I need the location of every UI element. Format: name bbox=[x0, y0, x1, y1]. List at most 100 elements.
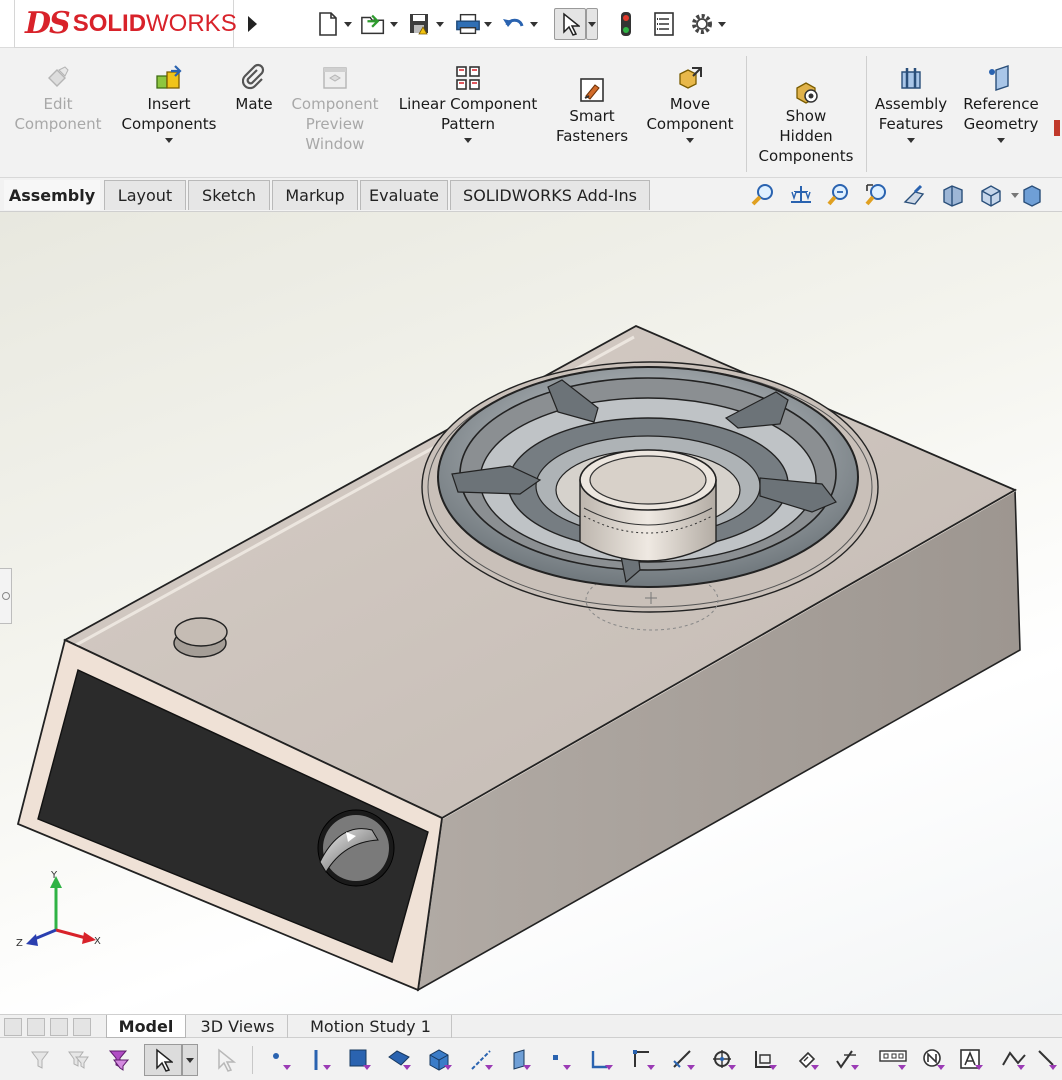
print-icon[interactable] bbox=[454, 10, 482, 38]
zoom-to-area-icon[interactable] bbox=[782, 180, 820, 210]
edit-component-button[interactable]: Edit Component bbox=[10, 60, 106, 134]
filter-toggle-icon[interactable] bbox=[24, 1044, 56, 1076]
filter-surface-bodies-icon[interactable] bbox=[384, 1044, 416, 1076]
view-orientation-icon[interactable] bbox=[896, 180, 934, 210]
save-dropdown-icon[interactable] bbox=[434, 10, 446, 38]
select-arrow-icon[interactable] bbox=[554, 8, 586, 40]
tab-markup[interactable]: Markup bbox=[272, 180, 358, 210]
linear-pattern-dropdown-icon[interactable] bbox=[462, 138, 474, 148]
reference-geometry-button[interactable]: Reference Geometry bbox=[958, 60, 1044, 148]
scroll-first-icon[interactable] bbox=[4, 1018, 22, 1036]
select-pointer-icon[interactable] bbox=[144, 1044, 182, 1076]
select-dropdown-icon[interactable] bbox=[586, 8, 598, 40]
scroll-last-icon[interactable] bbox=[73, 1018, 91, 1036]
hide-show-items-icon[interactable] bbox=[972, 180, 1010, 210]
smart-fasteners-button[interactable]: Smart Fasteners bbox=[548, 72, 636, 146]
show-hidden-components-button[interactable]: Show Hidden Components bbox=[752, 72, 860, 166]
previous-view-icon[interactable] bbox=[820, 180, 858, 210]
tab-model[interactable]: Model bbox=[106, 1015, 186, 1038]
filter-faces-icon[interactable] bbox=[344, 1044, 376, 1076]
move-component-button[interactable]: Move Component bbox=[640, 60, 740, 148]
filter-vertices-icon[interactable] bbox=[266, 1044, 298, 1076]
tab-3d-views[interactable]: 3D Views bbox=[188, 1015, 288, 1038]
edit-component-icon bbox=[42, 60, 74, 94]
tab-motion-study-1[interactable]: Motion Study 1 bbox=[290, 1015, 452, 1038]
display-style-icon[interactable] bbox=[934, 180, 972, 210]
select-pointer-dropdown-icon[interactable] bbox=[182, 1044, 198, 1076]
undo-icon[interactable] bbox=[500, 10, 528, 38]
reference-geometry-dropdown-icon[interactable] bbox=[995, 138, 1007, 148]
filter-select-all-icon[interactable] bbox=[104, 1044, 136, 1076]
scroll-next-icon[interactable] bbox=[50, 1018, 68, 1036]
igniter-button[interactable] bbox=[173, 617, 228, 658]
tab-evaluate[interactable]: Evaluate bbox=[360, 180, 448, 210]
tab-sketch[interactable]: Sketch bbox=[188, 180, 270, 210]
filter-surface-finish-icon[interactable] bbox=[750, 1044, 782, 1076]
title-bar: DS SOLIDWORKS bbox=[0, 0, 1062, 48]
mate-label: Mate bbox=[235, 95, 273, 113]
scroll-prev-icon[interactable] bbox=[27, 1018, 45, 1036]
graphics-area[interactable]: Y X Z bbox=[0, 212, 1062, 1014]
filter-blocks-icon[interactable] bbox=[1036, 1044, 1062, 1076]
section-view-icon[interactable] bbox=[858, 180, 896, 210]
filter-solid-bodies-icon[interactable] bbox=[424, 1044, 456, 1076]
filter-geometric-tolerance-icon[interactable] bbox=[832, 1044, 864, 1076]
menu-expand-arrow-icon[interactable] bbox=[240, 10, 264, 38]
assembly-features-dropdown-icon[interactable] bbox=[905, 138, 917, 148]
filter-planes-icon[interactable] bbox=[504, 1044, 536, 1076]
new-dropdown-icon[interactable] bbox=[342, 10, 354, 38]
rebuild-traffic-light-icon[interactable] bbox=[612, 10, 640, 38]
filter-datum-targets-icon[interactable] bbox=[956, 1044, 988, 1076]
file-properties-icon[interactable] bbox=[650, 10, 678, 38]
filter-weld-symbols-icon[interactable] bbox=[792, 1044, 824, 1076]
open-icon[interactable] bbox=[360, 10, 388, 38]
tab-layout[interactable]: Layout bbox=[104, 180, 186, 210]
hide-show-dropdown-icon[interactable] bbox=[1010, 180, 1020, 210]
print-dropdown-icon[interactable] bbox=[482, 10, 494, 38]
tab-solidworks-add-ins[interactable]: SOLIDWORKS Add-Ins bbox=[450, 180, 650, 210]
appearance-icon[interactable] bbox=[1020, 180, 1044, 210]
options-dropdown-icon[interactable] bbox=[716, 10, 728, 38]
filter-notes-balloons-icon[interactable] bbox=[876, 1044, 912, 1076]
ribbon-overflow-marker bbox=[1054, 120, 1060, 136]
insert-components-icon bbox=[153, 60, 185, 94]
move-component-dropdown-icon[interactable] bbox=[684, 138, 696, 148]
assembly-features-button[interactable]: Assembly Features bbox=[870, 60, 952, 148]
linear-component-pattern-button[interactable]: Linear Component Pattern bbox=[392, 60, 544, 148]
new-document-icon[interactable] bbox=[314, 10, 342, 38]
filter-datum-features-icon[interactable] bbox=[918, 1044, 950, 1076]
zoom-to-fit-icon[interactable] bbox=[744, 180, 782, 210]
save-icon[interactable] bbox=[406, 10, 434, 38]
open-dropdown-icon[interactable] bbox=[388, 10, 400, 38]
control-knob[interactable] bbox=[317, 809, 395, 887]
select-pointer-disabled-icon[interactable] bbox=[210, 1044, 242, 1076]
quick-access-toolbar bbox=[314, 8, 728, 40]
assembly-features-label: Assembly Features bbox=[874, 95, 948, 133]
filter-dimensions-icon[interactable] bbox=[668, 1044, 700, 1076]
insert-components-button[interactable]: Insert Components bbox=[114, 60, 224, 148]
mate-paperclip-icon bbox=[238, 60, 270, 94]
stove-model[interactable]: Y X Z bbox=[0, 212, 1062, 1014]
selection-filter-toolbar bbox=[0, 1038, 1062, 1080]
insert-components-dropdown-icon[interactable] bbox=[163, 138, 175, 148]
mate-button[interactable]: Mate bbox=[230, 60, 278, 114]
undo-dropdown-icon[interactable] bbox=[528, 10, 540, 38]
triad-y-label: Y bbox=[50, 870, 58, 881]
options-gear-icon[interactable] bbox=[688, 10, 716, 38]
filter-midpoints-icon[interactable] bbox=[628, 1044, 660, 1076]
smart-fasteners-label: Smart Fasteners bbox=[555, 107, 629, 145]
filter-sketch-points-icon[interactable] bbox=[546, 1044, 578, 1076]
reference-geometry-label: Reference Geometry bbox=[963, 95, 1039, 133]
solidworks-logo[interactable]: DS SOLIDWORKS bbox=[14, 0, 237, 48]
component-preview-window-button[interactable]: Component Preview Window bbox=[284, 60, 386, 154]
tab-assembly[interactable]: Assembly bbox=[4, 180, 100, 210]
ribbon-separator bbox=[866, 56, 867, 172]
filter-cosmetic-threads-icon[interactable] bbox=[998, 1044, 1030, 1076]
filter-axes-icon[interactable] bbox=[466, 1044, 498, 1076]
reference-geometry-icon bbox=[985, 60, 1017, 94]
filter-edges-icon[interactable] bbox=[306, 1044, 338, 1076]
filter-sketch-segments-icon[interactable] bbox=[586, 1044, 618, 1076]
filter-center-marks-icon[interactable] bbox=[708, 1044, 740, 1076]
coordinate-triad: Y X Z bbox=[16, 870, 101, 949]
filter-clear-icon[interactable] bbox=[62, 1044, 94, 1076]
